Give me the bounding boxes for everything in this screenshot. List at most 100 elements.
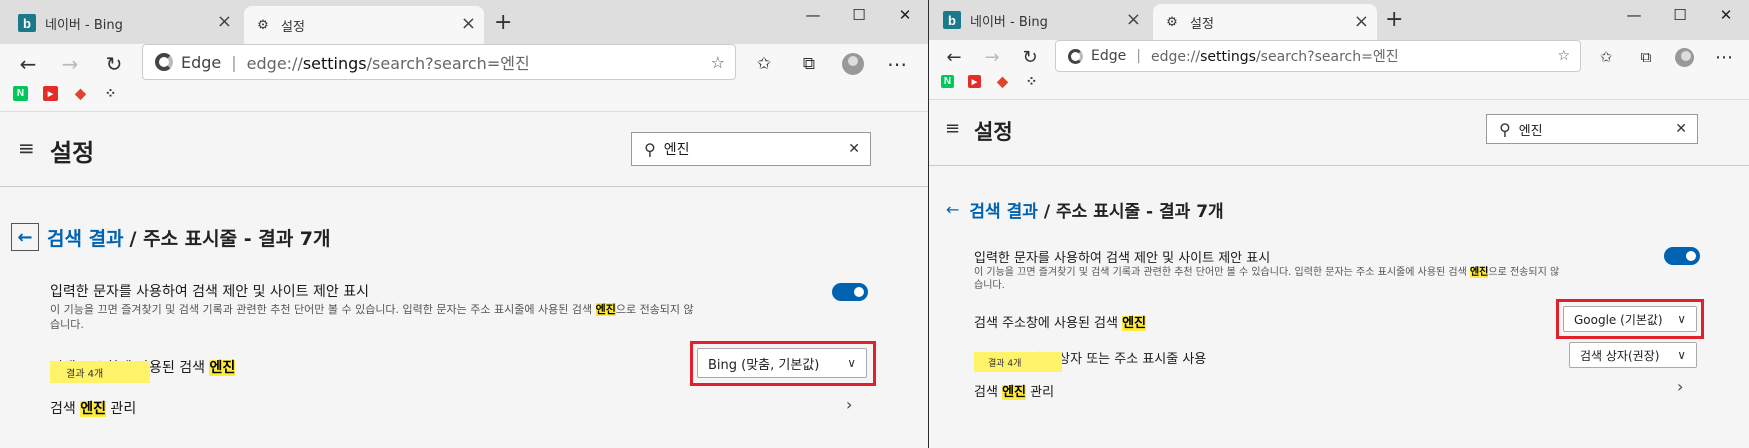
manage-engines-title: 검색 엔진 관리 [50,401,137,417]
edge-logo-icon [1068,48,1083,64]
window-controls: — ☐ ✕ [1611,0,1749,30]
new-tab-icon[interactable]: + [494,12,512,34]
forward-icon[interactable]: → [981,46,1003,68]
suggest-setting-desc: 이 기능을 끄면 즐겨찾기 및 검색 기록과 관련한 추천 단어만 볼 수 있습… [974,267,1560,291]
favorite-star-icon[interactable]: ☆ [1557,48,1570,64]
favorites-icon[interactable]: ✩ [752,52,776,76]
youtube-bookmark-icon[interactable]: ▶ [43,86,58,101]
close-window-icon[interactable]: ✕ [882,0,928,30]
hamburger-menu-icon[interactable]: ≡ [18,136,35,160]
profile-avatar[interactable] [841,52,865,76]
suggest-setting-desc: 이 기능을 끄면 즐겨찾기 및 검색 기록과 관련한 추천 단어만 볼 수 있습… [50,303,694,331]
naver-bookmark-icon[interactable]: N [941,75,954,88]
back-arrow-icon[interactable]: ← [946,200,959,219]
settings-header: ≡ 설정 ⚲ 엔진 ✕ [0,112,928,187]
settings-search-input[interactable]: ⚲ 엔진 ✕ [631,132,871,166]
tab-label: 네이버 - Bing [45,17,123,33]
gear-icon: ⚙ [1166,14,1178,30]
tab-settings[interactable]: ⚙ 설정 × [244,6,484,44]
right-browser-window: b 네이버 - Bing × ⚙ 설정 × + — ☐ ✕ ← → ↻ Edge… [929,0,1749,448]
more-menu-icon[interactable]: ⋯ [885,52,909,76]
suggest-toggle[interactable] [1664,247,1700,265]
refresh-icon[interactable]: ↻ [102,52,126,76]
tab-label: 설정 [281,19,305,35]
newtab-search-dropdown[interactable]: 검색 상자(권장) ∨ [1569,342,1697,368]
new-tab-icon[interactable]: + [1385,9,1403,31]
chevron-down-icon: ∨ [1677,348,1686,362]
youtube-bookmark-icon[interactable]: ▶ [968,75,981,88]
left-browser-window: b 네이버 - Bing × ⚙ 설정 × + — ☐ ✕ ← → ↻ Edge… [0,0,929,448]
maximize-icon[interactable]: ☐ [836,0,882,30]
favorites-icon[interactable]: ✩ [1595,46,1617,68]
tab-naver-bing[interactable]: b 네이버 - Bing × [933,2,1149,38]
breadcrumb-link[interactable]: 검색 결과 [47,224,124,251]
toolbar: ← → ↻ Edge | edge://settings/search?sear… [0,44,928,112]
clear-search-icon[interactable]: ✕ [848,141,860,157]
suggest-toggle[interactable] [832,283,868,301]
clear-search-icon[interactable]: ✕ [1675,121,1687,137]
bing-icon: b [943,11,961,29]
tab-naver-bing[interactable]: b 네이버 - Bing × [8,4,240,42]
breadcrumb-rest: / 주소 표시줄 - 결과 7개 [129,227,331,250]
collections-icon[interactable]: ⧉ [797,52,821,76]
settings-title: 설정 [974,120,1013,144]
forward-icon[interactable]: → [58,52,82,76]
breadcrumb: ← 검색 결과 / 주소 표시줄 - 결과 7개 [946,197,1224,222]
tab-label: 네이버 - Bing [970,14,1048,30]
engine-setting-title: 검색 주소창에 사용된 검색 엔진 [974,316,1147,331]
tab-strip: b 네이버 - Bing × ⚙ 설정 × + — ☐ ✕ [0,0,928,44]
bookmarks-bar: N ▶ ◆ ⁘ [13,85,118,101]
suggest-setting-title: 입력한 문자를 사용하여 검색 제안 및 사이트 제안 표시 [50,284,369,300]
apps-bookmark-icon[interactable]: ⁘ [103,85,118,101]
chevron-right-icon[interactable]: › [846,395,852,414]
highlight-box [1556,299,1704,339]
breadcrumb-link[interactable]: 검색 결과 [969,197,1037,222]
naver-bookmark-icon[interactable]: N [13,86,28,101]
chevron-right-icon[interactable]: › [1677,377,1683,396]
close-tab-icon[interactable]: × [1126,11,1141,29]
breadcrumb: ← 검색 결과 / 주소 표시줄 - 결과 7개 [11,223,331,251]
suggest-setting-title: 입력한 문자를 사용하여 검색 제안 및 사이트 제안 표시 [974,251,1271,266]
close-tab-icon[interactable]: × [1354,13,1369,31]
close-tab-icon[interactable]: × [217,13,232,31]
bookmarks-bar: N ▶ ◆ ⁘ [941,73,1039,89]
search-icon: ⚲ [644,139,656,159]
address-bar[interactable]: Edge | edge://settings/search?search=엔진 … [142,44,736,80]
search-result-tooltip: 결과 4개 [974,352,1062,372]
back-icon[interactable]: ← [16,52,40,76]
search-icon: ⚲ [1499,119,1511,139]
address-bar[interactable]: Edge | edge://settings/search?search=엔진 … [1055,40,1581,72]
refresh-icon[interactable]: ↻ [1019,46,1041,68]
tab-strip: b 네이버 - Bing × ⚙ 설정 × + — ☐ ✕ [929,0,1749,40]
apps-bookmark-icon[interactable]: ⁘ [1024,73,1039,89]
hamburger-menu-icon[interactable]: ≡ [945,118,960,139]
highlight-box [690,341,876,386]
address-url: edge://settings/search?search=엔진 [246,54,530,73]
breadcrumb-rest: / 주소 표시줄 - 결과 7개 [1043,202,1224,222]
more-menu-icon[interactable]: ⋯ [1713,46,1735,68]
avatar-icon [842,53,864,75]
settings-search-input[interactable]: ⚲ 엔진 ✕ [1486,114,1698,144]
minimize-icon[interactable]: — [1611,0,1657,30]
dropdown-value: 검색 상자(권장) [1580,348,1660,363]
gitlab-bookmark-icon[interactable]: ◆ [73,85,88,101]
settings-title: 설정 [50,139,95,167]
window-controls: — ☐ ✕ [790,0,928,30]
toolbar: ← → ↻ Edge | edge://settings/search?sear… [929,40,1749,100]
close-tab-icon[interactable]: × [461,15,476,33]
address-separator: | [231,52,237,72]
minimize-icon[interactable]: — [790,0,836,30]
gitlab-bookmark-icon[interactable]: ◆ [995,73,1010,89]
bing-icon: b [18,14,36,32]
back-icon[interactable]: ← [943,46,965,68]
back-arrow-icon[interactable]: ← [11,223,39,251]
tab-settings[interactable]: ⚙ 설정 × [1153,4,1377,40]
close-window-icon[interactable]: ✕ [1703,0,1749,30]
gear-icon: ⚙ [257,17,269,33]
favorite-star-icon[interactable]: ☆ [711,53,725,72]
search-result-tooltip: 결과 4개 [50,361,150,383]
maximize-icon[interactable]: ☐ [1657,0,1703,30]
collections-icon[interactable]: ⧉ [1635,46,1657,68]
profile-avatar[interactable] [1673,46,1695,68]
address-separator: | [1136,48,1141,64]
